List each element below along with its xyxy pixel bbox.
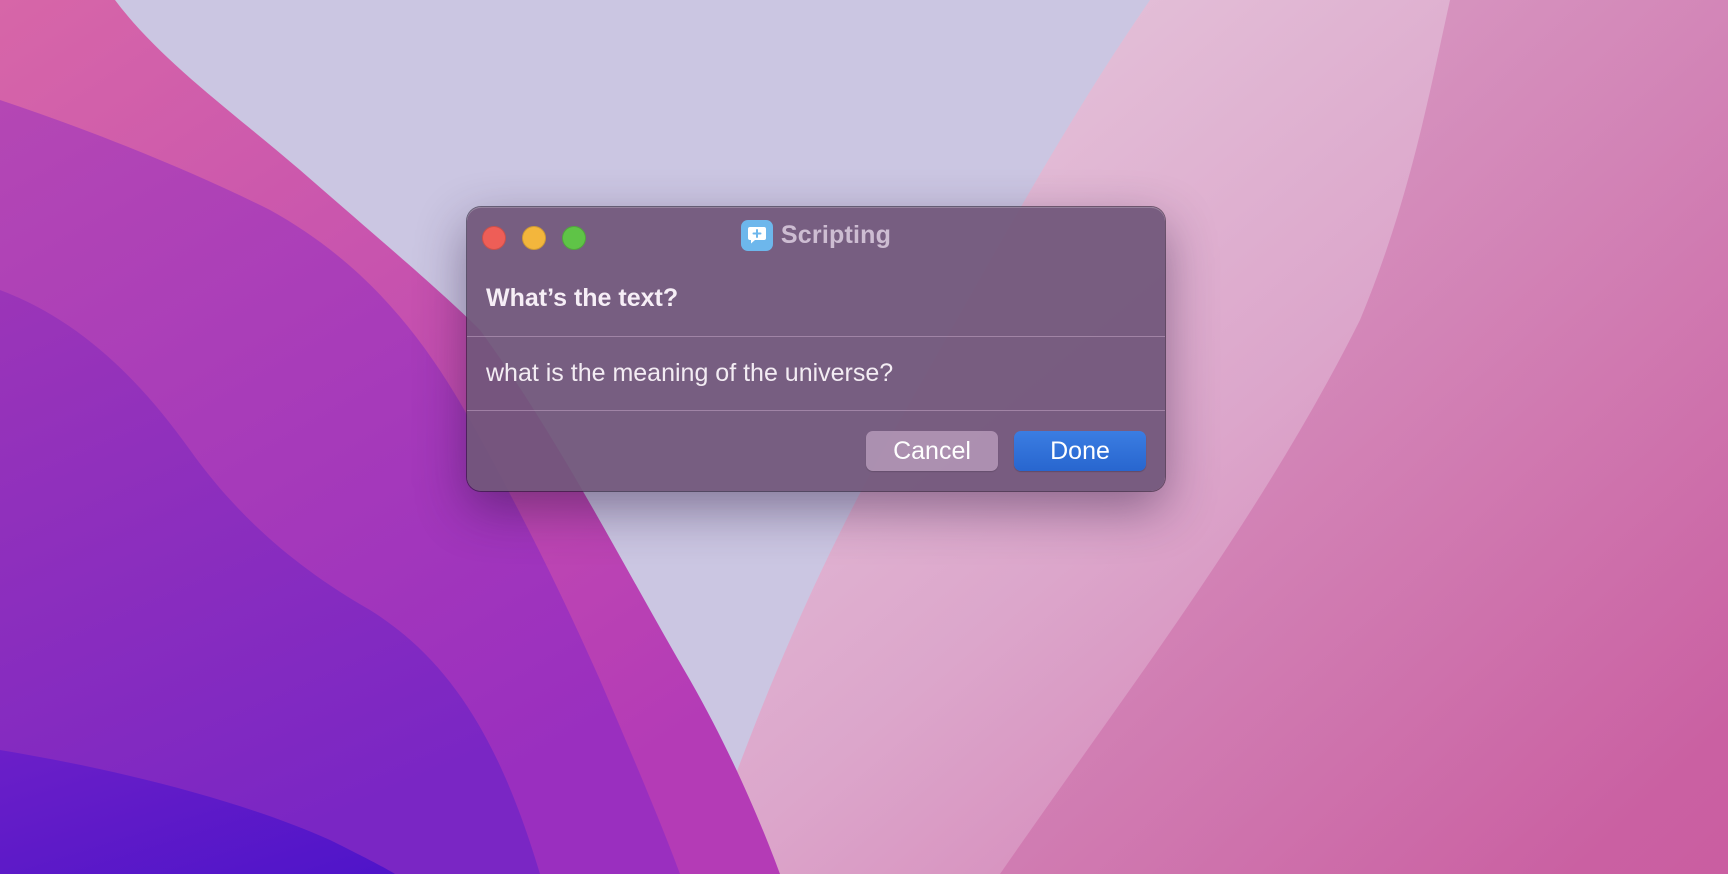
cancel-button[interactable]: Cancel: [866, 431, 998, 471]
desktop: Scripting What’s the text? Cancel Done: [0, 0, 1728, 874]
prompt-label: What’s the text?: [486, 284, 679, 312]
dialog-window: Scripting What’s the text? Cancel Done: [467, 207, 1165, 491]
title-bar[interactable]: Scripting: [467, 207, 1165, 259]
divider: [467, 410, 1165, 411]
chat-bubble-plus-icon: [740, 219, 773, 251]
done-button[interactable]: Done: [1014, 431, 1146, 471]
window-title: Scripting: [780, 220, 892, 249]
text-input[interactable]: [467, 337, 1165, 410]
window-title-group: Scripting: [467, 219, 1165, 251]
